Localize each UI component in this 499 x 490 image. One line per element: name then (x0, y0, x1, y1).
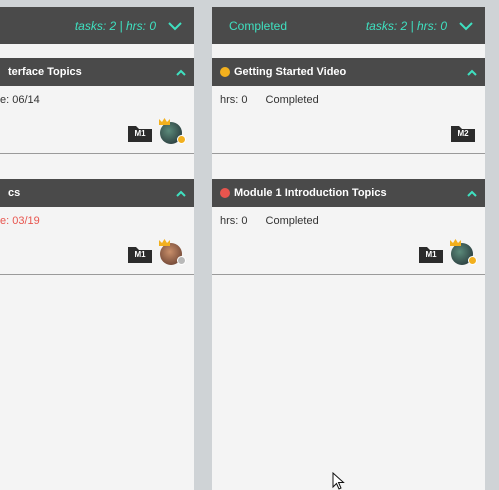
column-meta: tasks: 2 | hrs: 0 (365, 18, 447, 33)
priority-dot (220, 67, 230, 77)
crown-icon (450, 239, 461, 246)
chevron-up-icon[interactable] (176, 190, 186, 197)
card-body: hrs: 0 Completed M1 (212, 207, 485, 274)
task-card[interactable]: Module 1 Introduction Topics hrs: 0 Compl… (212, 179, 485, 275)
card-title: Module 1 Introduction Topics (234, 187, 387, 199)
folder-label: M1 (425, 250, 437, 259)
kanban-column-left: tasks: 2 | hrs: 0 terface Topics e: 06/1… (0, 7, 194, 490)
chevron-down-icon[interactable] (459, 21, 473, 31)
column-title: Completed (229, 18, 288, 33)
chevron-up-icon[interactable] (467, 69, 477, 76)
folder-icon[interactable]: M1 (419, 243, 443, 263)
task-card[interactable]: cs e: 03/19 M1 (0, 179, 194, 275)
column-header: tasks: 2 | hrs: 0 (0, 7, 194, 44)
status-label: Completed (265, 94, 319, 106)
card-title: Getting Started Video (234, 66, 347, 78)
card-body: hrs: 0 Completed M2 (212, 86, 485, 153)
card-body: e: 06/14 M1 (0, 86, 194, 153)
avatar[interactable] (159, 118, 186, 144)
hours-label: hrs: 0 (220, 94, 248, 106)
status-label: Completed (265, 215, 319, 227)
card-header: Module 1 Introduction Topics (212, 179, 485, 207)
card-header: terface Topics (0, 58, 194, 86)
card-info: hrs: 0 Completed (220, 94, 319, 106)
chevron-down-icon[interactable] (168, 21, 182, 31)
card-title: cs (8, 187, 21, 199)
card-header: Getting Started Video (212, 58, 485, 86)
folder-label: M2 (457, 129, 469, 138)
status-badge (468, 256, 477, 265)
chevron-up-icon[interactable] (467, 190, 477, 197)
avatar[interactable] (450, 239, 477, 265)
task-card[interactable]: Getting Started Video hrs: 0 Completed M2 (212, 58, 485, 154)
card-title: terface Topics (8, 66, 82, 78)
task-card[interactable]: terface Topics e: 06/14 M1 (0, 58, 194, 154)
folder-icon[interactable]: M2 (451, 122, 475, 142)
crown-icon (159, 239, 170, 246)
column-header: Completed tasks: 2 | hrs: 0 (212, 7, 485, 44)
folder-icon[interactable]: M1 (128, 243, 152, 263)
card-body: e: 03/19 M1 (0, 207, 194, 274)
status-badge (177, 256, 186, 265)
crown-icon (159, 118, 170, 125)
folder-icon[interactable]: M1 (128, 122, 152, 142)
avatar[interactable] (159, 239, 186, 265)
column-meta: tasks: 2 | hrs: 0 (74, 18, 156, 33)
kanban-column-completed: Completed tasks: 2 | hrs: 0 Getting Star… (212, 7, 485, 490)
mouse-cursor-icon (332, 472, 345, 490)
status-badge (177, 135, 186, 144)
hours-label: hrs: 0 (220, 215, 248, 227)
priority-dot (220, 188, 230, 198)
due-date: e: 06/14 (0, 94, 40, 106)
folder-label: M1 (134, 250, 146, 259)
chevron-up-icon[interactable] (176, 69, 186, 76)
folder-label: M1 (134, 129, 146, 138)
card-info: hrs: 0 Completed (220, 215, 319, 227)
card-header: cs (0, 179, 194, 207)
due-date: e: 03/19 (0, 215, 40, 227)
